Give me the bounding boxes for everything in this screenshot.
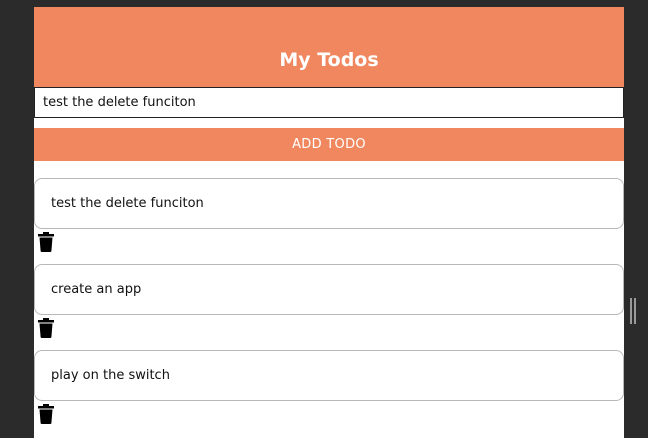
todo-text[interactable]: create an app xyxy=(34,264,624,315)
todo-text[interactable]: play on the switch xyxy=(34,350,624,401)
app-header: My Todos xyxy=(34,7,624,87)
trash-icon[interactable] xyxy=(38,232,54,252)
todo-list: test the delete funciton create an app p… xyxy=(34,178,624,424)
list-item: create an app xyxy=(34,264,624,338)
trash-icon[interactable] xyxy=(38,318,54,338)
resize-handle[interactable] xyxy=(630,298,636,324)
add-todo-button[interactable]: ADD TODO xyxy=(34,128,624,161)
new-todo-input[interactable] xyxy=(34,87,624,118)
list-item: play on the switch xyxy=(34,350,624,424)
list-item: test the delete funciton xyxy=(34,178,624,252)
todo-app: My Todos ADD TODO test the delete funcit… xyxy=(34,7,624,438)
resize-handle-bar xyxy=(630,298,632,324)
todo-text[interactable]: test the delete funciton xyxy=(34,178,624,229)
resize-handle-bar xyxy=(634,298,636,324)
trash-icon[interactable] xyxy=(38,404,54,424)
page-title: My Todos xyxy=(279,49,379,71)
